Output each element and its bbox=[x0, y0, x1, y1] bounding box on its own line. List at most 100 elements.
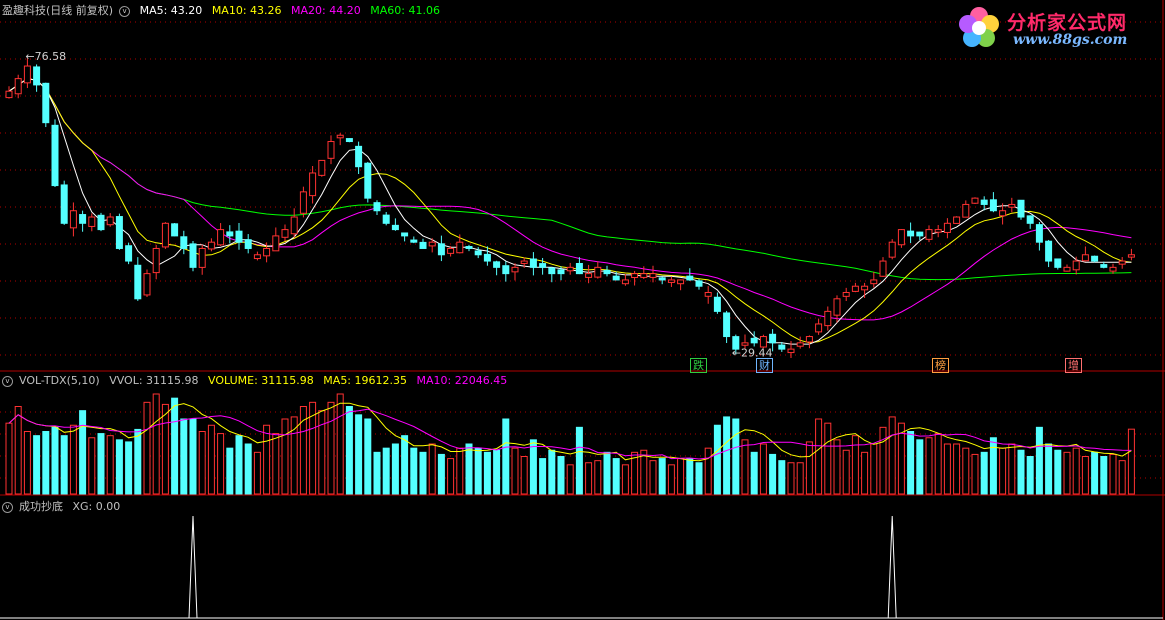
volume-bar bbox=[51, 426, 59, 495]
candle bbox=[1118, 257, 1126, 269]
candle bbox=[888, 239, 896, 260]
candle-body bbox=[42, 82, 50, 124]
volume-bar bbox=[483, 451, 491, 495]
logo-title: 分析家公式网 bbox=[1007, 12, 1128, 34]
volume-bar bbox=[971, 453, 979, 495]
candle-body bbox=[419, 241, 427, 249]
volume-bar bbox=[318, 410, 326, 495]
candle bbox=[971, 197, 979, 205]
stock-name[interactable]: 盈趣科技(日线 前复权) bbox=[2, 4, 113, 17]
candle-body bbox=[953, 216, 961, 224]
ma20-line bbox=[8, 78, 1132, 321]
candle bbox=[33, 64, 41, 92]
price-chart[interactable]: ←76.58←29.44 bbox=[0, 0, 1165, 372]
candle bbox=[217, 223, 225, 246]
candle bbox=[704, 286, 712, 304]
candle-body bbox=[520, 260, 528, 264]
volume-bar bbox=[69, 424, 77, 495]
volume-bar bbox=[419, 451, 427, 495]
volume-bar bbox=[732, 418, 740, 495]
volume-bar bbox=[327, 401, 335, 495]
volume-bar bbox=[585, 462, 593, 495]
candle-body bbox=[1091, 255, 1099, 262]
volume-bar bbox=[861, 451, 869, 495]
candle-body bbox=[1063, 266, 1071, 272]
volume-bar bbox=[1017, 449, 1025, 495]
candle-body bbox=[667, 279, 675, 283]
volume-pane[interactable]: v VOL-TDX(5,10) VVOL: 31115.98 VOLUME: 31… bbox=[0, 372, 1165, 496]
volume-bar bbox=[345, 406, 353, 495]
price-header: 盈趣科技(日线 前复权) v MA5: 43.20 MA10: 43.26 MA2… bbox=[2, 2, 446, 18]
volume-chart[interactable] bbox=[0, 372, 1165, 496]
volume-bar bbox=[60, 435, 68, 495]
volume-bar bbox=[88, 437, 96, 495]
candle-body bbox=[511, 266, 519, 273]
candle-body bbox=[575, 262, 583, 275]
candle bbox=[290, 208, 298, 238]
candle-body bbox=[897, 229, 905, 246]
volume-bar bbox=[539, 458, 547, 495]
candle bbox=[925, 225, 933, 243]
candle bbox=[1109, 263, 1117, 274]
volume-bar bbox=[198, 431, 206, 495]
candle-body bbox=[1127, 254, 1135, 258]
news-tag-die[interactable]: 跌 bbox=[690, 358, 707, 373]
volume-bar bbox=[1109, 453, 1117, 495]
candle bbox=[382, 211, 390, 226]
volume-bar bbox=[410, 447, 418, 495]
volume-bar bbox=[741, 439, 749, 495]
news-tag-bang[interactable]: 榜 bbox=[932, 358, 949, 373]
candle bbox=[658, 276, 666, 285]
volume-bar bbox=[888, 416, 896, 495]
indicator-name[interactable]: 成功抄底 bbox=[19, 500, 63, 513]
volume-bar bbox=[502, 418, 510, 495]
news-tag-cai[interactable]: 财 bbox=[756, 358, 773, 373]
candle bbox=[1072, 256, 1080, 275]
candle bbox=[465, 244, 473, 252]
volume-bar bbox=[207, 424, 215, 495]
volume-label: VOLUME: 31115.98 bbox=[208, 374, 314, 387]
candle-body bbox=[14, 78, 22, 95]
candle bbox=[842, 287, 850, 301]
volume-header: v VOL-TDX(5,10) VVOL: 31115.98 VOLUME: 31… bbox=[2, 374, 513, 390]
candle bbox=[566, 262, 574, 275]
candle bbox=[244, 234, 252, 254]
price-pane[interactable]: ←76.58 ←29.44 盈趣科技(日线 前复权) v MA5: 43.20 MA… bbox=[0, 0, 1165, 373]
volume-bar bbox=[520, 456, 528, 495]
volume-bar bbox=[934, 433, 942, 495]
volume-bar bbox=[953, 443, 961, 495]
volume-bar bbox=[1081, 456, 1089, 495]
candle-body bbox=[272, 235, 280, 252]
candle-body bbox=[1045, 240, 1053, 262]
volume-bar bbox=[1063, 451, 1071, 495]
candle-body bbox=[88, 216, 96, 227]
candle-body bbox=[299, 191, 307, 214]
volume-bar bbox=[980, 451, 988, 495]
candle-body bbox=[235, 230, 243, 243]
candle-body bbox=[557, 269, 565, 275]
candle bbox=[824, 306, 832, 331]
candle-body bbox=[189, 243, 197, 268]
dropdown-circle-icon[interactable]: v bbox=[2, 375, 13, 387]
volume-bar bbox=[125, 441, 133, 495]
candle-body bbox=[759, 336, 767, 348]
indicator-chart[interactable] bbox=[0, 496, 1165, 620]
news-tag-zeng[interactable]: 增 bbox=[1065, 358, 1082, 373]
volume-bar bbox=[649, 460, 657, 495]
candle bbox=[355, 141, 363, 175]
candle-body bbox=[686, 275, 694, 281]
volume-bar bbox=[391, 443, 399, 495]
vol-indicator-name[interactable]: VOL-TDX(5,10) bbox=[19, 374, 100, 387]
volume-bar bbox=[437, 453, 445, 495]
candle-body bbox=[474, 250, 482, 256]
candle-body bbox=[364, 162, 372, 199]
candle-body bbox=[723, 312, 731, 338]
volume-bar bbox=[640, 449, 648, 495]
candle bbox=[695, 278, 703, 290]
dropdown-circle-icon[interactable]: v bbox=[2, 501, 13, 513]
volume-bar bbox=[373, 451, 381, 495]
dropdown-circle-icon[interactable]: v bbox=[119, 5, 131, 17]
indicator-pane[interactable]: v 成功抄底 XG: 0.00 bbox=[0, 496, 1165, 620]
candle bbox=[125, 242, 133, 265]
volume-bar bbox=[943, 443, 951, 495]
